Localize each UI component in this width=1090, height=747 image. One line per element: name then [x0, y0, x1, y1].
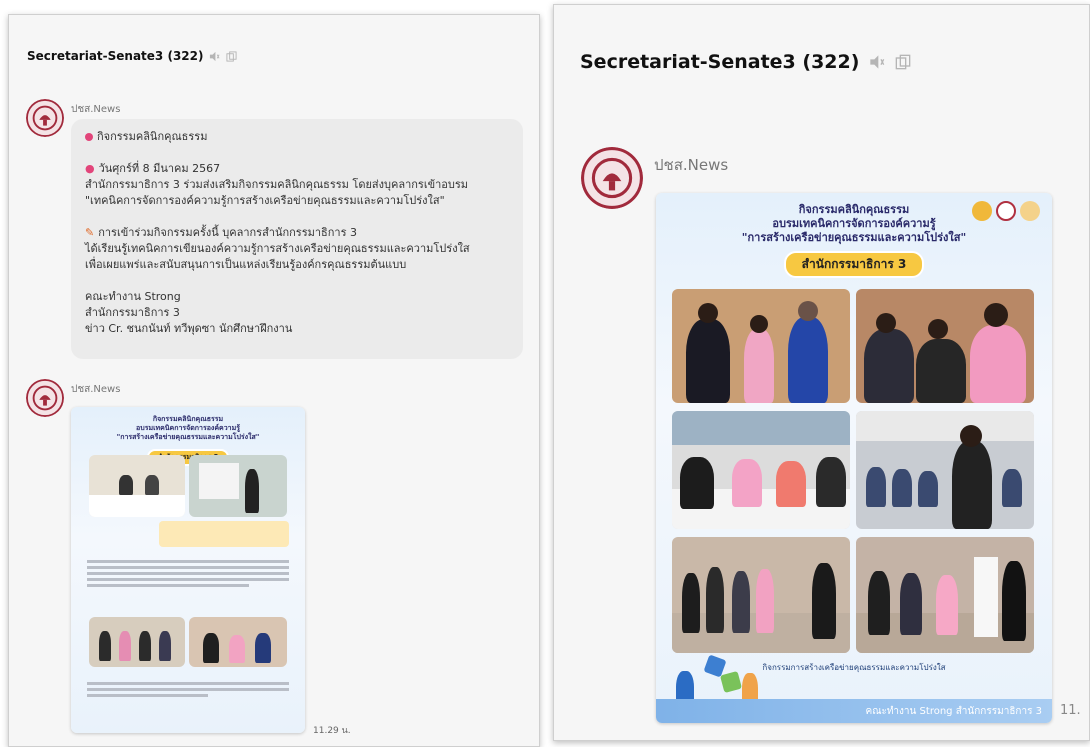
poster-footer: คณะทำงาน Strong สำนักกรรมาธิการ 3 [656, 699, 1052, 723]
message-line: เพื่อเผยแพร่และสนับสนุนการเป็นแหล่งเรียน… [85, 258, 407, 271]
sender-avatar[interactable] [26, 99, 64, 137]
poster-title: กิจกรรมคลินิกคุณธรรม อบรมเทคนิคการจัดการ… [71, 415, 305, 442]
event-photo [672, 537, 850, 653]
message-bubble[interactable]: กิจกรรมคลินิกคุณธรรม ● วันศุกร์ที่ 8 มีนา… [71, 119, 523, 359]
event-photo [672, 289, 850, 403]
pencil-icon: ✎ [85, 226, 95, 239]
poster-title-line: "การสร้างเครือข่ายคุณธรรมและความโปร่งใส" [116, 433, 260, 441]
logo-icon [1020, 201, 1040, 221]
poster-title-line: อบรมเทคนิคการจัดการองค์ความรู้ [136, 424, 240, 432]
message-line: กิจกรรมคลินิกคุณธรรม [97, 130, 208, 143]
chat-title: Secretariat-Senate3 (322) [580, 51, 860, 73]
message-line: การเข้าร่วมกิจกรรมครั้งนี้ บุคลากรสำนักก… [98, 226, 357, 239]
poster-logos [972, 201, 1040, 221]
timestamp: 11. [1060, 703, 1081, 718]
sender-name: ปชส.News [71, 384, 121, 395]
mute-icon[interactable] [869, 54, 885, 70]
copy-icon[interactable] [895, 54, 911, 70]
poster-title-line: "การสร้างเครือข่ายคุณธรรมและความโปร่งใส" [741, 231, 967, 244]
pink-dot-icon [85, 133, 93, 141]
office-badge: สำนักกรรมาธิการ 3 [783, 251, 925, 278]
pin-icon: ● [85, 162, 95, 175]
sender-avatar[interactable] [26, 379, 64, 417]
logo-icon [972, 201, 992, 221]
poster-footer-text: คณะทำงาน Strong สำนักกรรมาธิการ 3 [865, 706, 1043, 717]
chat-panel-left: Secretariat-Senate3 (322) ปชส.News กิจกร… [8, 14, 540, 747]
message-line: ได้เรียนรู้เทคนิคการเขียนองค์ความรู้การส… [85, 242, 470, 255]
chat-title: Secretariat-Senate3 (322) [27, 49, 204, 63]
logo-icon [996, 201, 1016, 221]
date-info-box [159, 521, 289, 547]
image-message-large[interactable]: กิจกรรมคลินิกคุณธรรม อบรมเทคนิคการจัดการ… [656, 193, 1052, 723]
sender-name: ปชส.News [71, 104, 121, 115]
message-line: สำนักกรรมาธิการ 3 [85, 306, 180, 319]
event-photo [672, 411, 850, 529]
poster-body-text [87, 557, 289, 590]
chat-header: Secretariat-Senate3 (322) [27, 49, 238, 63]
message-line: วันศุกร์ที่ 8 มีนาคม 2567 [98, 162, 221, 175]
copy-icon[interactable] [226, 50, 238, 62]
event-photo [856, 411, 1034, 529]
message-line: คณะทำงาน Strong [85, 290, 181, 303]
timestamp: 11.29 น. [313, 726, 351, 736]
event-photo [189, 455, 287, 517]
event-photo [856, 289, 1034, 403]
event-photo [89, 455, 185, 517]
event-photo [89, 617, 185, 667]
message-line: "เทคนิคการจัดการองค์ความรู้การสร้างเครือ… [85, 194, 445, 207]
message-line: สำนักกรรมาธิการ 3 ร่วมส่งเสริมกิจกรรมคลิ… [85, 178, 469, 191]
poster-body-text [87, 679, 289, 700]
event-photo [856, 537, 1034, 653]
sender-avatar[interactable] [581, 147, 643, 209]
poster-title-line: กิจกรรมคลินิกคุณธรรม [152, 415, 224, 423]
message-line: ข่าว Cr. ชนกนันท์ ทวีพุดซา นักศึกษาฝึกงา… [85, 322, 293, 335]
chat-panel-right: Secretariat-Senate3 (322) ปชส.News กิจกร… [553, 4, 1090, 741]
image-message-small[interactable]: กิจกรรมคลินิกคุณธรรม อบรมเทคนิคการจัดการ… [71, 407, 305, 733]
chat-header: Secretariat-Senate3 (322) [580, 51, 911, 73]
event-photo [189, 617, 287, 667]
sender-name: ปชส.News [654, 156, 729, 174]
mute-icon[interactable] [209, 51, 220, 62]
